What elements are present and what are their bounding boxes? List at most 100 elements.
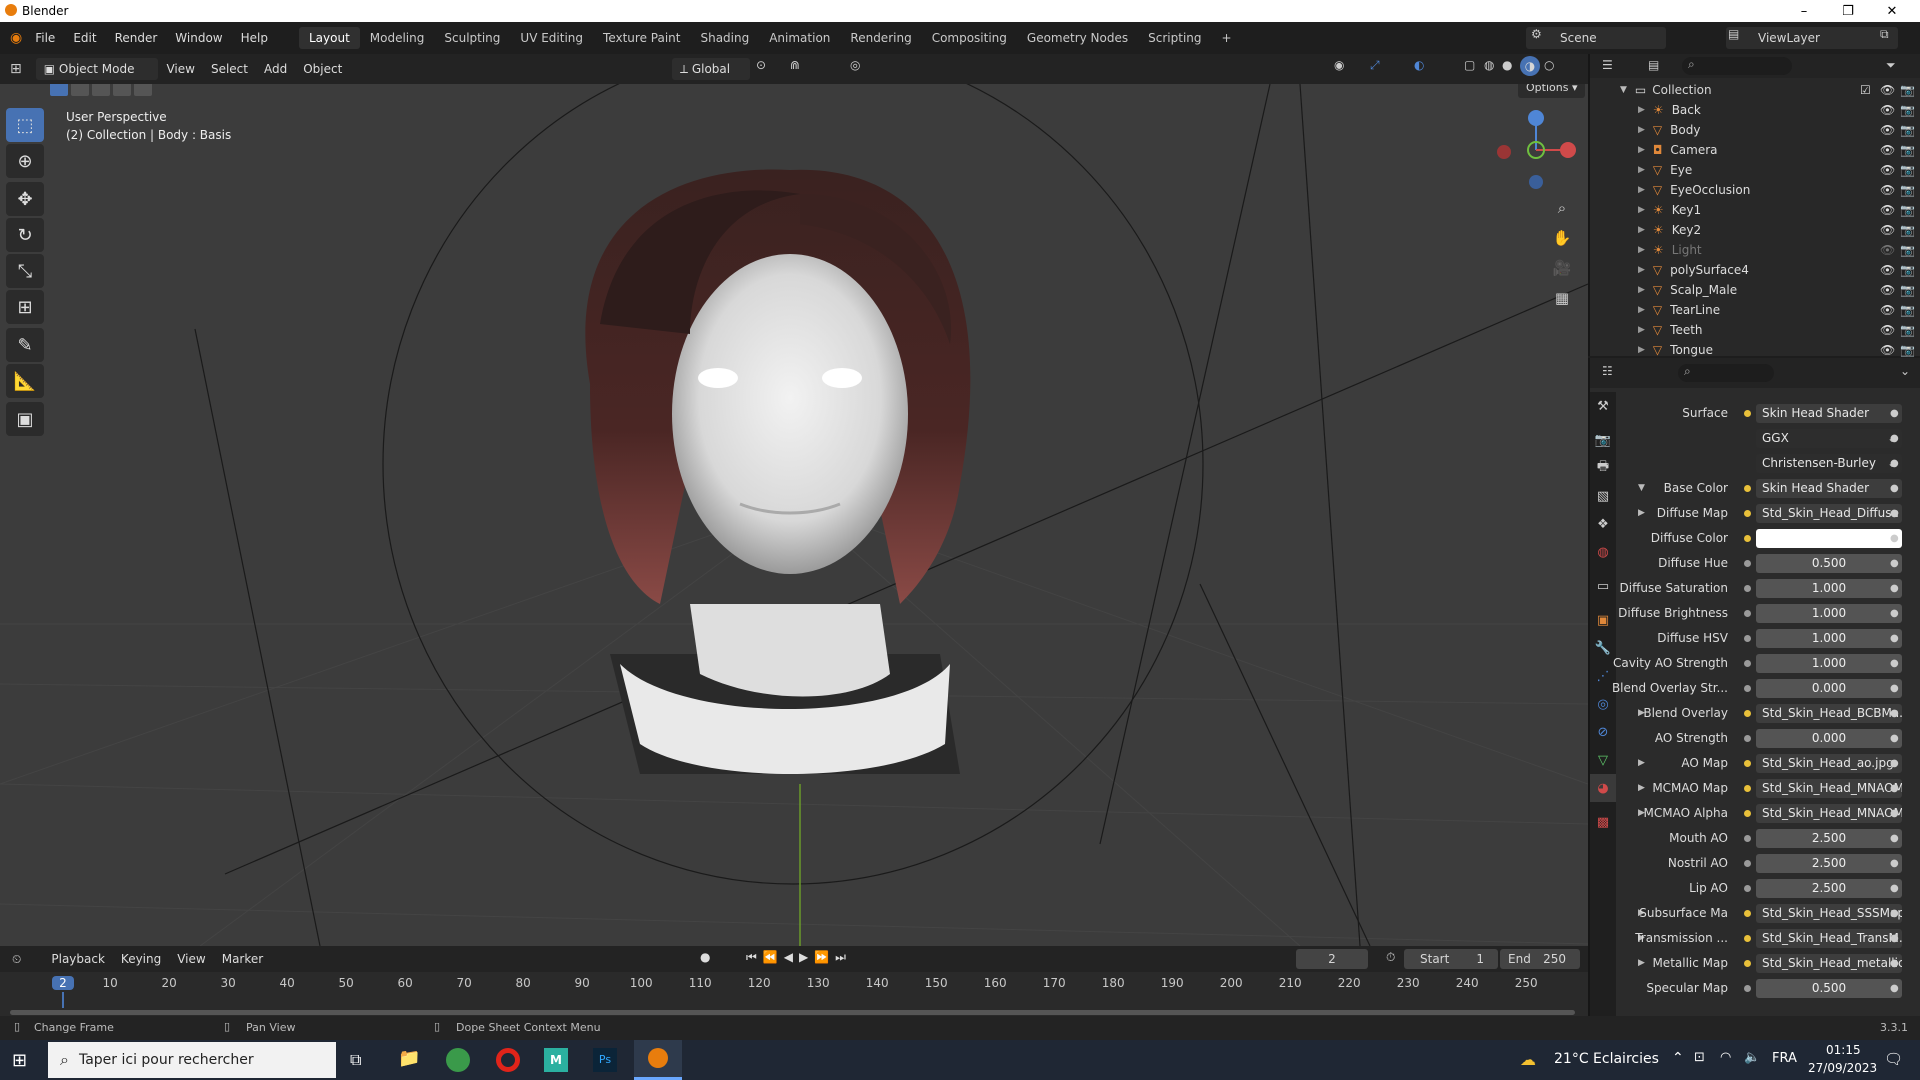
timeline-editor-icon[interactable]: ⏲	[12, 952, 21, 967]
filter-icon[interactable]: ⏷	[1886, 58, 1896, 73]
zoom-icon[interactable]: ⌕	[1548, 194, 1576, 222]
tab-modeling[interactable]: Modeling	[360, 27, 435, 49]
keyframe-dot-icon[interactable]: ●	[1890, 658, 1899, 669]
display-mode-icon[interactable]: ▤	[1648, 58, 1659, 72]
eye-icon[interactable]: 👁	[1880, 83, 1895, 97]
render-icon[interactable]: 📷	[1900, 203, 1915, 217]
expand-icon[interactable]: ▶	[1638, 245, 1645, 255]
current-frame-marker[interactable]: 2	[52, 976, 74, 990]
playback-controls[interactable]: ⏮⏪◀▶⏩⏭	[746, 950, 852, 965]
socket-dot-icon[interactable]	[1744, 809, 1751, 817]
tab-animation[interactable]: Animation	[759, 27, 840, 49]
rendered-shading-icon[interactable]: ○	[1544, 58, 1554, 72]
select-subtract-icon[interactable]	[92, 84, 110, 96]
stopwatch-icon[interactable]: ⏱	[1386, 950, 1395, 965]
keyframe-dot-icon[interactable]: ●	[1890, 733, 1899, 744]
render-icon[interactable]: 📷	[1900, 223, 1915, 237]
socket-dot-icon[interactable]	[1744, 884, 1751, 892]
editor-type-icon[interactable]: ⊞	[10, 61, 22, 77]
keyframe-dot-icon[interactable]: ●	[1890, 608, 1899, 619]
render-icon[interactable]: 📷	[1900, 183, 1915, 197]
eye-icon[interactable]: 👁	[1880, 203, 1895, 217]
prop-link-field[interactable]: Std_Skin_Head_MNAOM	[1756, 803, 1902, 823]
select-invert-icon[interactable]	[113, 84, 131, 96]
render-icon[interactable]: 📷	[1900, 83, 1915, 97]
eye-icon[interactable]: 👁	[1880, 163, 1895, 177]
expand-icon[interactable]: ▶	[1638, 145, 1645, 155]
expand-icon[interactable]: ▶	[1638, 205, 1645, 215]
prop-number-field[interactable]: 0.000	[1756, 728, 1902, 748]
render-icon[interactable]: 📷	[1900, 103, 1915, 117]
socket-dot-icon[interactable]	[1744, 634, 1751, 642]
keyframe-dot-icon[interactable]: ●	[1890, 558, 1899, 569]
prop-dropdown[interactable]: Christensen-Burley ⌄	[1756, 453, 1902, 473]
options-button[interactable]: Options ▾	[1518, 84, 1586, 98]
annotate-tool-icon[interactable]: ✎	[6, 328, 44, 362]
tab-uv-editing[interactable]: UV Editing	[510, 27, 593, 49]
prop-link-field[interactable]: Std_Skin_Head_TransM...	[1756, 928, 1902, 948]
prop-number-field[interactable]: 2.500	[1756, 853, 1902, 873]
pan-hand-icon[interactable]: ✋	[1548, 224, 1576, 252]
expand-icon[interactable]: ▶	[1638, 325, 1645, 335]
keyframe-dot-icon[interactable]: ●	[1890, 583, 1899, 594]
eye-icon[interactable]: 👁	[1880, 183, 1895, 197]
eye-icon[interactable]: 👁	[1880, 343, 1895, 357]
3d-viewport[interactable]: User Perspective (2) Collection | Body :…	[0, 84, 1588, 946]
eye-icon[interactable]: 👁	[1880, 303, 1895, 317]
keyframe-dot-icon[interactable]: ●	[1890, 883, 1899, 894]
proportional-edit-icon[interactable]: ◎	[850, 58, 860, 72]
snap-icon[interactable]: ⋒	[790, 58, 800, 72]
language-indicator[interactable]: FRA	[1772, 1051, 1797, 1066]
keyframe-dot-icon[interactable]: ●	[1890, 408, 1899, 419]
menu-help[interactable]: Help	[232, 27, 277, 49]
cursor-tool-icon[interactable]: ⊕	[6, 144, 44, 178]
eye-icon[interactable]: 👁	[1880, 283, 1895, 297]
socket-dot-icon[interactable]	[1744, 559, 1751, 567]
expand-icon[interactable]: ▶	[1638, 285, 1645, 295]
outliner-item-scalp_male[interactable]: ▶ ▽ Scalp_Male 👁 📷	[1590, 280, 1920, 300]
socket-dot-icon[interactable]	[1744, 934, 1751, 942]
tab-rendering[interactable]: Rendering	[840, 27, 921, 49]
prop-number-field[interactable]: 2.500	[1756, 828, 1902, 848]
add-workspace-button[interactable]: +	[1212, 27, 1242, 49]
eye-icon[interactable]: 👁	[1880, 123, 1895, 137]
outliner-item-camera[interactable]: ▶ ◘ Camera 👁 📷	[1590, 140, 1920, 160]
move-tool-icon[interactable]: ✥	[6, 182, 44, 216]
prop-number-field[interactable]: 1.000	[1756, 653, 1902, 673]
expand-icon[interactable]: ▶	[1638, 105, 1645, 115]
socket-dot-icon[interactable]	[1744, 859, 1751, 867]
prop-number-field[interactable]: 1.000	[1756, 578, 1902, 598]
prop-link-field[interactable]: Std_Skin_Head_metallic	[1756, 953, 1902, 973]
menu-marker[interactable]: Marker	[214, 952, 271, 966]
eye-icon[interactable]: 👁	[1880, 103, 1895, 117]
outliner-item-tongue[interactable]: ▶ ▽ Tongue 👁 📷	[1590, 340, 1920, 360]
material-tab-icon[interactable]: ◕	[1590, 774, 1616, 802]
file-explorer-icon[interactable]: 📁	[398, 1048, 420, 1069]
keyframe-dot-icon[interactable]: ●	[1890, 758, 1899, 769]
expand-icon[interactable]: ▶	[1638, 345, 1645, 355]
expand-icon[interactable]: ▶	[1638, 265, 1645, 275]
solid-shading-icon[interactable]: ●	[1502, 58, 1512, 72]
outliner-item-body[interactable]: ▶ ▽ Body 👁 📷	[1590, 120, 1920, 140]
socket-dot-icon[interactable]	[1744, 609, 1751, 617]
taskbar-search-box[interactable]: ⌕ Taper ici pour rechercher	[48, 1042, 336, 1078]
timeline-scrollbar[interactable]	[10, 1010, 1575, 1015]
keyframe-dot-icon[interactable]: ●	[1890, 458, 1899, 469]
socket-dot-icon[interactable]	[1744, 584, 1751, 592]
outliner-editor-icon[interactable]: ☰	[1602, 58, 1613, 72]
expand-icon[interactable]: ▶	[1638, 305, 1645, 315]
opera-icon[interactable]	[496, 1048, 520, 1072]
view-layer-tab-icon[interactable]: ▧	[1590, 482, 1616, 510]
outliner-collection-row[interactable]: ▼ ▭ Collection ☑ 👁 📷	[1590, 80, 1920, 100]
collection-tab-icon[interactable]: ▭	[1590, 572, 1616, 600]
blender-menu-icon[interactable]: ◉	[10, 30, 22, 46]
eye-icon[interactable]: 👁	[1880, 243, 1895, 257]
select-intersect-icon[interactable]	[134, 84, 152, 96]
photoshop-icon[interactable]: Ps	[593, 1048, 617, 1072]
volume-icon[interactable]: 🔈	[1744, 1050, 1760, 1065]
collapsed-arrow-icon[interactable]: ▶	[1638, 783, 1645, 793]
render-icon[interactable]: 📷	[1900, 263, 1915, 277]
prop-dropdown[interactable]: GGX ⌄	[1756, 428, 1902, 448]
render-icon[interactable]: 📷	[1900, 303, 1915, 317]
maximize-button[interactable]: ❐	[1826, 0, 1870, 22]
